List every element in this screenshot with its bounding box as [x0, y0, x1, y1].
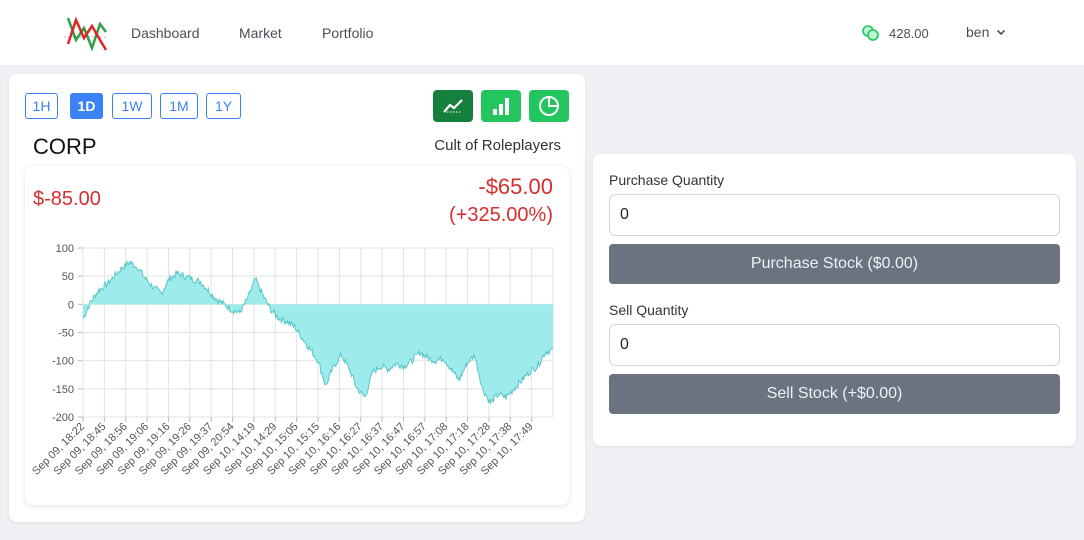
user-menu[interactable]: ben [966, 24, 1006, 40]
price-area-chart: 100500-50-100-150-200Sep 09, 18:22Sep 09… [30, 243, 554, 478]
sell-stock-button[interactable]: Sell Stock (+$0.00) [609, 374, 1060, 414]
nav-link-dashboard[interactable]: Dashboard [131, 25, 200, 41]
line-chart-icon [443, 99, 463, 113]
y-tick-label: -100 [52, 356, 74, 368]
range-button-1d[interactable]: 1D [70, 93, 103, 119]
y-tick-label: 50 [62, 271, 74, 283]
range-button-1m[interactable]: 1M [160, 93, 198, 119]
pie-chart-button[interactable] [529, 90, 569, 122]
bar-chart-icon [493, 98, 509, 115]
purchase-stock-button[interactable]: Purchase Stock ($0.00) [609, 244, 1060, 284]
balance-display: 428.00 [862, 24, 929, 42]
stock-chart-panel: 1H 1D 1W 1M 1Y CORP Cult of Roleplayers … [9, 74, 585, 522]
trade-panel: Purchase Quantity Purchase Stock ($0.00)… [593, 154, 1076, 446]
app-logo[interactable] [62, 14, 110, 54]
y-tick-label: 0 [68, 299, 74, 311]
y-tick-label: -200 [52, 412, 74, 424]
y-tick-label: -150 [52, 384, 74, 396]
stock-ticker: CORP [33, 134, 97, 159]
chevron-down-icon [997, 29, 1006, 35]
username: ben [966, 24, 990, 40]
coins-icon [862, 25, 879, 41]
line-chart-button[interactable] [433, 90, 473, 122]
nav-link-portfolio[interactable]: Portfolio [322, 25, 373, 41]
range-button-1h[interactable]: 1H [25, 93, 58, 119]
balance-amount: 428.00 [889, 25, 929, 41]
pie-chart-icon [539, 96, 559, 116]
purchase-quantity-input[interactable] [609, 194, 1060, 236]
purchase-quantity-label: Purchase Quantity [609, 172, 725, 188]
price-chart-card: $-85.00 -$65.00 (+325.00%) 100 50 0 -50 -100… [25, 166, 569, 505]
bar-chart-button[interactable] [481, 90, 521, 122]
sell-quantity-input[interactable] [609, 324, 1060, 366]
range-button-1w[interactable]: 1W [112, 93, 152, 119]
y-tick-label: 100 [56, 243, 74, 255]
nav-link-market[interactable]: Market [239, 25, 282, 41]
sell-quantity-label: Sell Quantity [609, 302, 689, 318]
navbar: Dashboard Market Portfolio 428.00 ben [0, 0, 1084, 65]
company-name: Cult of Roleplayers [434, 137, 561, 154]
y-tick-label: -50 [58, 328, 74, 340]
range-button-1y[interactable]: 1Y [206, 93, 241, 119]
